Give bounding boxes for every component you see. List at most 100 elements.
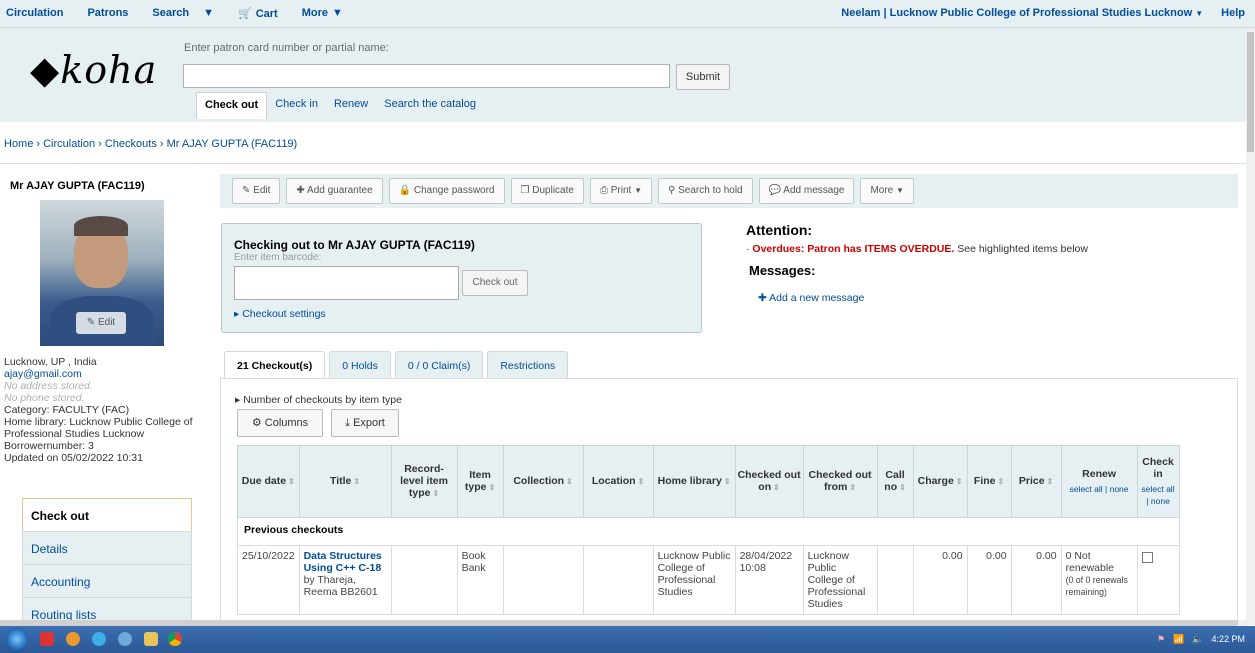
breadcrumb-text[interactable]: Home › Circulation › Checkouts › Mr AJAY… <box>4 138 297 150</box>
volume-icon[interactable]: 🔈 <box>1192 634 1203 645</box>
lock-icon: 🔒 <box>398 185 412 196</box>
export-button[interactable]: ⤓ Export <box>331 409 399 437</box>
plus-icon: ✚ <box>758 292 767 304</box>
checkouts-panel: ▸ Number of checkouts by item type ⚙ Col… <box>220 378 1238 625</box>
col-due-date[interactable]: Due date ⇕ <box>237 445 300 518</box>
checkout-settings-toggle[interactable]: ▸ Checkout settings <box>234 308 326 320</box>
barcode-input[interactable] <box>234 266 459 300</box>
title-link[interactable]: Data Structures Using C++ C-18 <box>304 550 387 574</box>
menu-check-out[interactable]: Check out <box>22 498 192 531</box>
cell-collection <box>502 545 584 615</box>
sort-icon: ⇕ <box>488 483 496 492</box>
vertical-scrollbar-thumb[interactable] <box>1247 32 1254 152</box>
nav-cart-label: Cart <box>255 8 278 20</box>
menu-accounting[interactable]: Accounting <box>22 564 192 597</box>
photo-edit-button[interactable]: ✎ Edit <box>76 312 126 334</box>
col-price[interactable]: Price ⇕ <box>1010 445 1062 518</box>
nav-circulation[interactable]: Circulation <box>6 7 63 20</box>
sort-icon: ⇕ <box>955 477 963 486</box>
col-call-no[interactable]: Call no ⇕ <box>876 445 914 518</box>
edit-button[interactable]: ✎ Edit <box>232 178 281 204</box>
patron-no-phone: No phone stored. <box>4 392 85 404</box>
clock[interactable]: 4:22 PM <box>1211 634 1245 645</box>
col-title[interactable]: Title ⇕ <box>298 445 392 518</box>
flag-icon[interactable]: ⚑ <box>1157 634 1165 645</box>
sort-icon: ⇕ <box>997 477 1005 486</box>
col-record-level-item-type[interactable]: Record-level item type ⇕ <box>390 445 458 518</box>
sort-icon: ⇕ <box>637 477 645 486</box>
pencil-icon: ✎ <box>86 317 96 328</box>
media-player-icon[interactable] <box>66 632 80 646</box>
add-guarantee-label: Add guarantee <box>307 185 373 196</box>
tab-renew[interactable]: Renew <box>326 92 376 119</box>
tab-claims[interactable]: 0 / 0 Claim(s) <box>394 351 484 379</box>
col-checked-out-on-label: Checked out on <box>737 469 801 493</box>
checkouts-by-type-label: Number of checkouts by item type <box>243 394 402 406</box>
col-charge[interactable]: Charge ⇕ <box>912 445 968 518</box>
network-icon[interactable]: 📶 <box>1173 634 1184 645</box>
columns-button[interactable]: ⚙ Columns <box>237 409 323 437</box>
settings-icon[interactable] <box>118 632 132 646</box>
folder-icon[interactable] <box>144 632 158 646</box>
acrobat-icon[interactable] <box>40 632 54 646</box>
pencil-icon: ✎ <box>242 185 251 196</box>
col-due-date-label: Due date <box>241 475 287 487</box>
nav-more[interactable]: More ▼ <box>302 7 343 20</box>
patron-sidebar: Mr AJAY GUPTA (FAC119) ✎ Edit Lucknow, U… <box>0 164 196 630</box>
col-location[interactable]: Location ⇕ <box>582 445 654 518</box>
tab-check-in[interactable]: Check in <box>267 92 326 119</box>
gear-icon: ⚙ <box>251 417 262 429</box>
caret-right-icon: ▸ <box>234 308 240 320</box>
col-checked-out-on[interactable]: Checked out on ⇕ <box>734 445 804 518</box>
vertical-scrollbar[interactable] <box>1246 28 1255 625</box>
caret-down-icon: ▼ <box>896 186 904 195</box>
search-icon: ⚲ <box>668 185 676 196</box>
more-button[interactable]: More ▼ <box>860 178 914 204</box>
tab-restrictions[interactable]: Restrictions <box>487 351 569 379</box>
add-message-button[interactable]: 💬 Add message <box>758 178 855 204</box>
cell-title: Data Structures Using C++ C-18 by Tharej… <box>298 545 392 615</box>
chrome-icon[interactable] <box>168 632 182 646</box>
patron-city: Lucknow, UP , India <box>4 356 97 368</box>
duplicate-button[interactable]: ❐ Duplicate <box>510 178 584 204</box>
cell-item-type: Book Bank <box>456 545 504 615</box>
check-in-checkbox[interactable] <box>1141 552 1153 563</box>
col-home-library-label: Home library <box>657 475 722 487</box>
group-row: Previous checkouts <box>237 517 1180 546</box>
title-author: by Thareja, Reema BB2601 <box>303 574 378 598</box>
photo-hair <box>74 216 128 236</box>
patron-email[interactable]: ajay@gmail.com <box>4 368 194 380</box>
tab-checkouts[interactable]: 21 Checkout(s) <box>224 351 326 379</box>
checkin-select-all-none[interactable]: select all | none <box>1140 483 1177 507</box>
col-collection[interactable]: Collection ⇕ <box>502 445 584 518</box>
help-link[interactable]: Help <box>1221 7 1245 19</box>
add-guarantee-button[interactable]: ✚ Add guarantee <box>286 178 383 204</box>
tab-search-catalog[interactable]: Search the catalog <box>376 92 484 119</box>
check-out-button[interactable]: Check out <box>462 270 528 296</box>
checkouts-table: Due date ⇕ Title ⇕ Record-level item type ⇕… <box>237 445 1180 615</box>
add-new-message-link[interactable]: ✚ Add a new message <box>746 292 1246 304</box>
search-to-hold-button[interactable]: ⚲ Search to hold <box>658 178 753 204</box>
submit-button[interactable]: Submit <box>676 64 730 90</box>
col-item-type[interactable]: Item type ⇕ <box>456 445 504 518</box>
menu-details[interactable]: Details <box>22 531 192 564</box>
renew-select-all-none[interactable]: select all | none <box>1064 483 1135 495</box>
print-button[interactable]: ⎙ Print ▼ <box>589 178 652 204</box>
nav-patrons[interactable]: Patrons <box>87 7 128 20</box>
start-button-icon[interactable] <box>6 628 28 650</box>
add-message-label: Add message <box>783 185 845 196</box>
change-password-button[interactable]: 🔒 Change password <box>388 178 505 204</box>
checkouts-by-type-toggle[interactable]: ▸ Number of checkouts by item type <box>235 394 402 406</box>
tab-check-out[interactable]: Check out <box>196 92 268 119</box>
windows-taskbar: ⚑ 📶 🔈 4:22 PM <box>0 626 1255 653</box>
browser-icon[interactable] <box>92 632 106 646</box>
patron-search-input[interactable] <box>183 64 670 88</box>
col-fine[interactable]: Fine ⇕ <box>966 445 1012 518</box>
logged-in-user-menu[interactable]: Neelam | Lucknow Public College of Profe… <box>841 7 1203 19</box>
col-checked-out-from[interactable]: Checked out from ⇕ <box>802 445 878 518</box>
col-home-library[interactable]: Home library ⇕ <box>652 445 736 518</box>
tab-holds[interactable]: 0 Holds <box>329 351 391 379</box>
nav-search[interactable]: Search ▼ <box>152 7 214 20</box>
koha-logo[interactable]: ◆koha <box>30 48 157 92</box>
nav-cart[interactable]: 🛒 Cart <box>238 7 278 20</box>
